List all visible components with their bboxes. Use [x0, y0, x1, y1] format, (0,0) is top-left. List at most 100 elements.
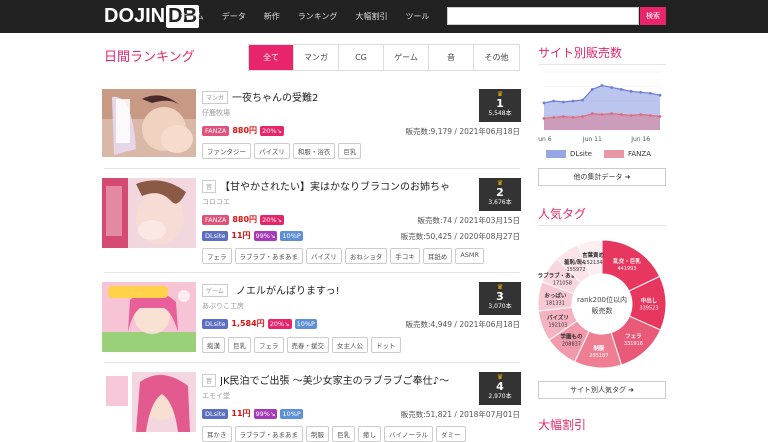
store-badge-fanza[interactable]: FANZA [202, 125, 230, 136]
nav-home[interactable]: ホーム [180, 11, 204, 22]
store-badge-dlsite[interactable]: DLsite [202, 408, 229, 419]
divider [538, 64, 666, 65]
data-point [619, 88, 623, 91]
data-point [590, 112, 594, 115]
tag[interactable]: フェラ [202, 248, 232, 264]
main-nav: ホーム データ 新作 ランキング 大幅割引 ツール [180, 0, 448, 33]
slice-value: 339523 [639, 305, 658, 311]
tag[interactable]: 痴漢 [202, 337, 225, 353]
rank-count: 3,070本 [488, 303, 512, 310]
product-thumbnail[interactable] [102, 282, 196, 352]
nav-discount[interactable]: 大幅割引 [356, 11, 388, 22]
tab-other[interactable]: その他 [474, 45, 519, 70]
tag[interactable]: ドット [371, 337, 401, 353]
data-point [610, 86, 614, 89]
other-data-button[interactable]: 他の集計データ ➜ [538, 168, 666, 186]
sales-info: 販売数:74 / 2021年03月15日 [417, 216, 520, 225]
discount-badge: 99%↘ [253, 408, 278, 419]
popular-tags-title: 人気タグ [538, 207, 587, 221]
store-badge-dlsite[interactable]: DLsite [202, 318, 229, 329]
product-title[interactable]: JK民泊でご出張 ～美少女家主のラブラブご奉仕♪～ [220, 372, 470, 387]
tag[interactable]: パイズリ [306, 248, 342, 264]
price: 1,584円 [231, 319, 265, 328]
rank-number: 3 [496, 290, 504, 303]
tab-cg[interactable]: CG [339, 45, 384, 70]
tab-game[interactable]: ゲーム [384, 45, 429, 70]
store-badge-dlsite[interactable]: DLsite [202, 230, 229, 241]
tag[interactable]: 女主人公 [332, 337, 368, 353]
tag[interactable]: ファンタジー [202, 143, 251, 159]
point-badge: 10%P [280, 408, 303, 419]
point-badge: 10%P [294, 318, 317, 329]
tag[interactable]: 巨乳 [338, 143, 362, 159]
slice-label: フェラ [625, 333, 642, 340]
product-title[interactable]: 一夜ちゃんの受難2 [232, 89, 472, 104]
tag[interactable]: フェラ [254, 337, 284, 353]
category-tabs: 全て マンガ CG ゲーム 音 その他 [248, 44, 520, 71]
nav-new[interactable]: 新作 [264, 11, 280, 22]
tab-all[interactable]: 全て [249, 45, 294, 70]
discount-badge: 20%↘ [260, 125, 284, 136]
tag[interactable]: ラブラブ・あまあま [234, 426, 303, 442]
tag[interactable]: 巨乳 [228, 337, 251, 353]
tag[interactable]: 耳舐め [422, 248, 453, 264]
tag[interactable]: ASMR [455, 248, 485, 264]
category-badge: マンガ [202, 91, 229, 104]
tag[interactable]: パイズリ [254, 143, 290, 159]
tab-manga[interactable]: マンガ [294, 45, 339, 70]
legend-fanza: FANZA [604, 150, 651, 158]
tag[interactable]: ラブラブ・あまあま [234, 248, 303, 264]
store-badge-fanza[interactable]: FANZA [202, 214, 230, 225]
search-button[interactable]: 検索 [640, 7, 666, 25]
site-sales-chart: Jun 6 Jun 11 Jun 16 [538, 71, 662, 143]
tag[interactable]: バイノーラル [384, 426, 433, 442]
nav-ranking[interactable]: ランキング [298, 11, 338, 22]
data-point [542, 101, 546, 105]
slice-label: 言葉責め [582, 251, 605, 259]
tag[interactable]: おねショタ [344, 248, 388, 264]
discount-badge: 20%↘ [260, 214, 284, 225]
tag[interactable]: 手コキ [390, 248, 420, 264]
discount-title: 大幅割引 [538, 418, 587, 432]
product-thumbnail[interactable] [102, 89, 196, 157]
product-title[interactable]: 【甘やかされたい】実はかなりブラコンのお姉ちゃ [220, 178, 470, 193]
nav-tools[interactable]: ツール [406, 11, 430, 22]
data-point [610, 112, 614, 115]
nav-data[interactable]: データ [222, 11, 246, 22]
ranking-item: マンガ 一夜ちゃんの受難2 仔鹿牧場 ♛ 1 5,548本 FANZA 880円… [102, 89, 522, 161]
product-thumbnail[interactable] [102, 178, 196, 248]
tag[interactable]: 和服・浴衣 [292, 143, 336, 159]
tag[interactable]: 巨乳 [332, 426, 355, 442]
tag[interactable]: 癒し [358, 426, 381, 442]
popular-tags-chart: 乱交・巨乳441993 中出し339523 フェラ331916 制服295187 学園も… [538, 239, 666, 369]
point-badge: 10%P [280, 230, 303, 241]
circle-name[interactable]: あぶりこ工房 [202, 301, 244, 311]
tag[interactable]: 制服 [306, 426, 329, 442]
price: 11円 [231, 231, 251, 240]
tab-audio[interactable]: 音 [429, 45, 474, 70]
data-point [581, 98, 585, 102]
product-title[interactable]: ノエルがんばりますっ! [236, 282, 476, 297]
slice-label: 学園もの [560, 333, 583, 341]
circle-name[interactable]: 仔鹿牧場 [202, 108, 230, 118]
tag[interactable]: ダミー [436, 426, 466, 442]
slice-value: 208837 [562, 342, 581, 348]
circle-name[interactable]: エモイ堂 [202, 391, 230, 401]
ranking-item: 音 【甘やかされたい】実はかなりブラコンのお姉ちゃ コロコエ ♛ 2 3,676… [102, 178, 522, 268]
data-point [552, 116, 556, 119]
site-tags-button[interactable]: サイト別人気タグ ➜ [538, 381, 666, 399]
top-bar: DOJIN DB ホーム データ 新作 ランキング 大幅割引 ツール 検索 [0, 0, 768, 33]
data-point [542, 117, 546, 120]
search-input[interactable] [447, 7, 639, 25]
product-thumbnail[interactable] [102, 372, 196, 432]
slice-value: 171058 [553, 281, 572, 287]
circle-name[interactable]: コロコエ [202, 197, 230, 207]
slice-label: 中出し [641, 296, 658, 304]
ranking-item: ゲーム ノエルがんばりますっ! あぶりこ工房 ♛ 3 3,070本 DLsite… [102, 282, 522, 357]
tag[interactable]: 耳かき [202, 426, 232, 442]
tag[interactable]: 売春・援交 [286, 337, 329, 353]
divider [104, 362, 520, 363]
rank-count: 2,970本 [488, 393, 512, 400]
price: 880円 [232, 126, 258, 135]
data-point [639, 90, 643, 94]
